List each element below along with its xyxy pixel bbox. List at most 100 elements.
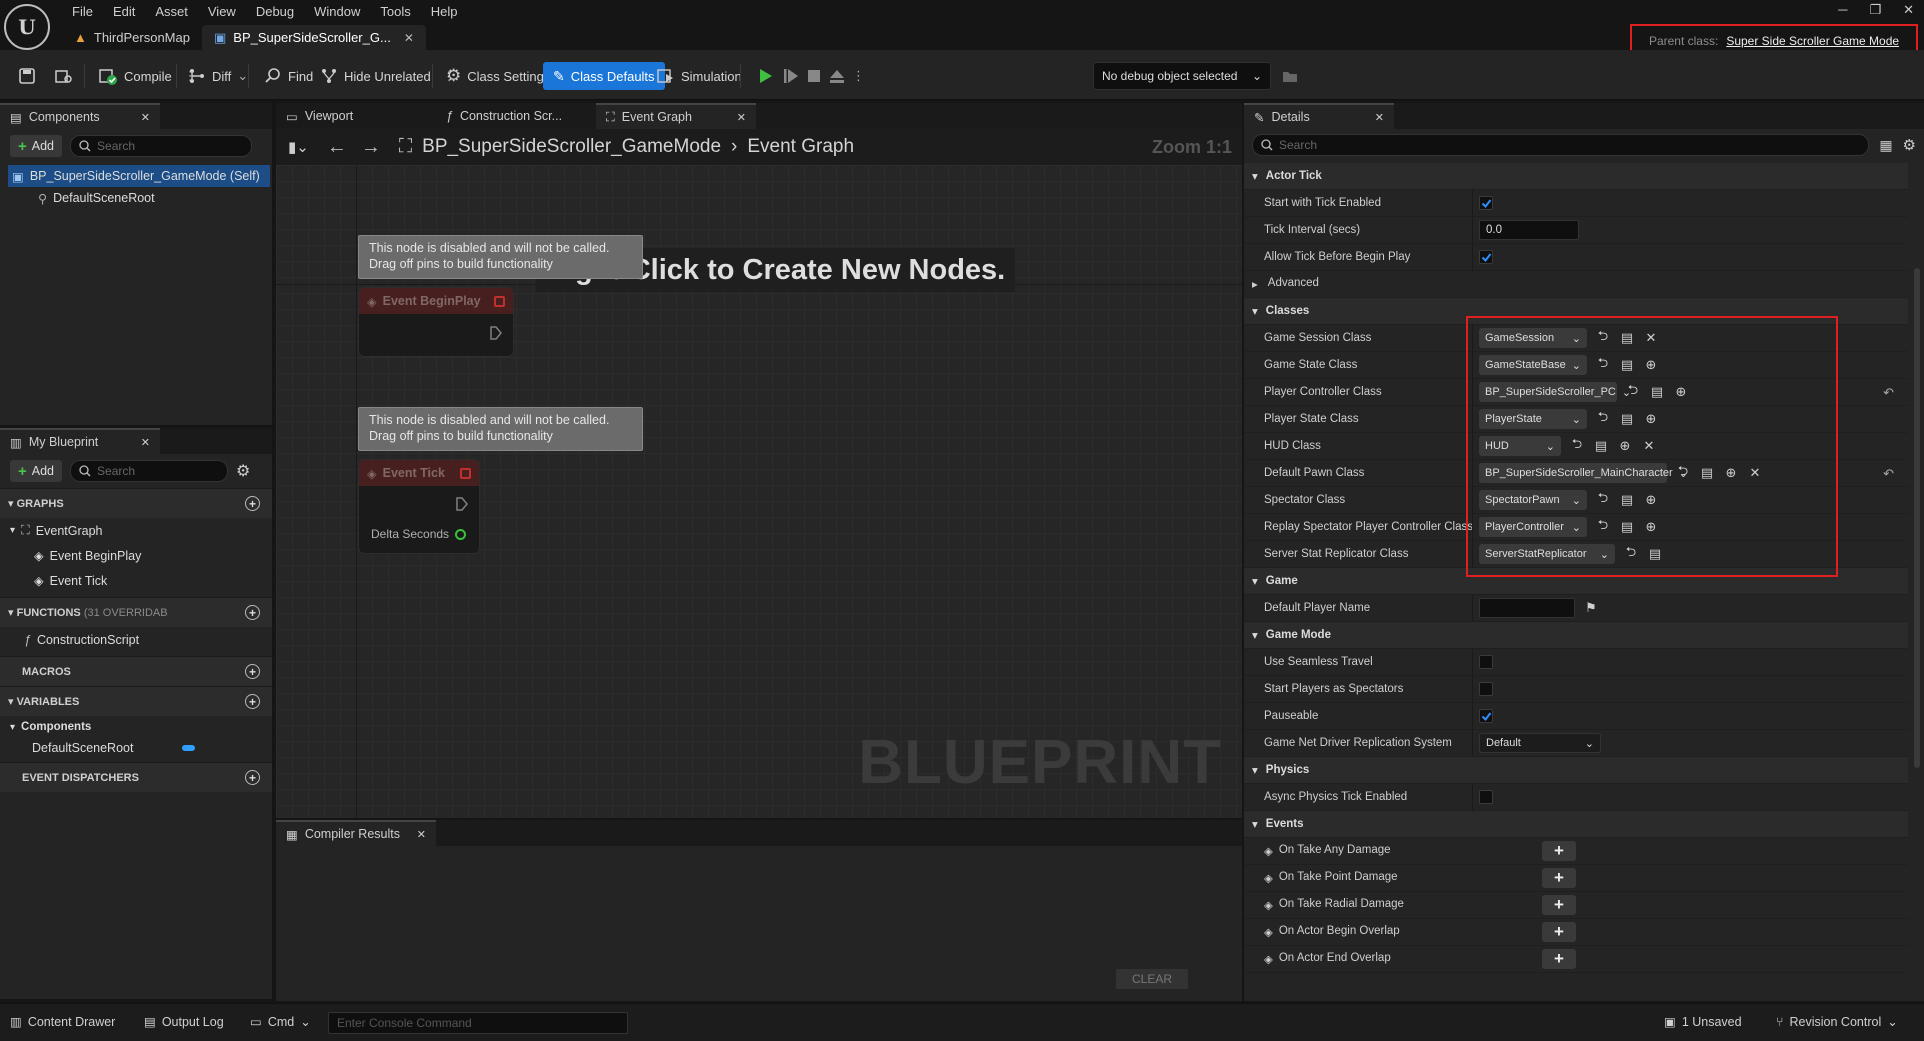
clear-icon[interactable]: ✕: [1641, 438, 1657, 454]
class-picker[interactable]: HUD ⌄: [1479, 436, 1561, 456]
add-event-button[interactable]: +: [1542, 949, 1576, 969]
component-default-scene-root[interactable]: ⚲ DefaultSceneRoot: [8, 187, 272, 209]
details-search-input[interactable]: Search: [1252, 134, 1870, 156]
revision-control-button[interactable]: ⑂ Revision Control ⌄: [1776, 1014, 1898, 1030]
content-drawer-button[interactable]: ▥ Content Drawer: [10, 1014, 115, 1030]
async-physics-checkbox[interactable]: [1479, 790, 1493, 804]
allow-tick-checkbox[interactable]: [1479, 250, 1493, 264]
category-graphs[interactable]: ▾ GRAPHS +: [0, 488, 272, 518]
menu-edit[interactable]: Edit: [103, 2, 145, 22]
section-actor-tick[interactable]: ▾ Actor Tick: [1244, 163, 1908, 190]
reset-to-default-icon[interactable]: ↶: [1883, 385, 1894, 401]
details-scrollbar[interactable]: [1914, 268, 1920, 768]
browse-folder-icon[interactable]: ▤: [1619, 492, 1635, 508]
reset-to-default-icon[interactable]: ↶: [1883, 466, 1894, 482]
menu-debug[interactable]: Debug: [246, 2, 304, 22]
category-macros[interactable]: MACROS +: [0, 656, 272, 686]
unsaved-button[interactable]: ▣ 1 Unsaved: [1664, 1014, 1742, 1030]
menu-window[interactable]: Window: [304, 2, 370, 22]
browse-folder-icon[interactable]: ▤: [1619, 357, 1635, 373]
graph-item-event-tick[interactable]: ◈ Event Tick: [0, 568, 272, 593]
tab-compiler-results[interactable]: ▦ Compiler Results ✕: [276, 820, 436, 846]
browse-folder-icon[interactable]: ▤: [1619, 519, 1635, 535]
class-picker[interactable]: PlayerController ⌄: [1479, 517, 1587, 537]
class-settings-button[interactable]: ⚙ Class Settings: [440, 62, 556, 90]
bookmark-icon[interactable]: ▮⌄: [288, 138, 309, 156]
diff-button[interactable]: Diff ⌄: [182, 62, 254, 90]
tab-event-graph[interactable]: ⛶ Event Graph ✕: [596, 103, 756, 129]
back-arrow-icon[interactable]: ←: [327, 136, 347, 159]
save-button[interactable]: [12, 62, 42, 90]
menu-file[interactable]: File: [62, 2, 103, 22]
console-command-input[interactable]: Enter Console Command: [328, 1012, 628, 1034]
variable-item-default-scene-root[interactable]: DefaultSceneRoot: [0, 738, 272, 758]
use-selected-icon[interactable]: ⮌: [1595, 355, 1611, 373]
debug-object-select[interactable]: No debug object selected ⌄: [1093, 62, 1271, 90]
add-event-button[interactable]: +: [1542, 922, 1576, 942]
table-view-icon[interactable]: ▦: [1879, 137, 1892, 154]
browse-folder-icon[interactable]: ▤: [1593, 438, 1609, 454]
add-event-button[interactable]: +: [1542, 868, 1576, 888]
add-graph-icon[interactable]: +: [245, 496, 260, 511]
clear-icon[interactable]: ✕: [1747, 465, 1763, 481]
variable-group-components[interactable]: ▾ Components: [0, 716, 272, 738]
gear-icon[interactable]: ⚙: [236, 461, 250, 481]
category-event-dispatchers[interactable]: EVENT DISPATCHERS +: [0, 762, 272, 792]
add-new-icon[interactable]: ⊕: [1723, 465, 1739, 481]
breadcrumb-leaf[interactable]: Event Graph: [747, 136, 854, 158]
add-new-icon[interactable]: ⊕: [1673, 384, 1689, 400]
simulation-button[interactable]: Simulation: [651, 62, 748, 90]
tab-construction-script[interactable]: ƒ Construction Scr...: [436, 103, 596, 129]
class-picker[interactable]: PlayerState ⌄: [1479, 409, 1587, 429]
browse-folder-icon[interactable]: ▤: [1699, 465, 1715, 481]
default-player-name-input[interactable]: [1479, 598, 1575, 618]
use-selected-icon[interactable]: ⮌: [1595, 328, 1611, 346]
add-variable-icon[interactable]: +: [245, 694, 260, 709]
menu-help[interactable]: Help: [421, 2, 468, 22]
use-selected-icon[interactable]: ⮌: [1675, 463, 1691, 481]
seamless-travel-checkbox[interactable]: [1479, 655, 1493, 669]
restore-icon[interactable]: ❐: [1869, 2, 1881, 18]
add-event-dispatcher-icon[interactable]: +: [245, 770, 260, 785]
browse-folder-icon[interactable]: ▤: [1647, 546, 1663, 562]
browse-button[interactable]: [48, 62, 80, 90]
cmd-select[interactable]: ▭ Cmd ⌄: [250, 1014, 311, 1030]
delegate-pin-icon[interactable]: [494, 296, 505, 307]
minimize-icon[interactable]: ─: [1838, 2, 1847, 18]
section-game[interactable]: ▾ Game: [1244, 568, 1908, 595]
clear-button[interactable]: CLEAR: [1116, 969, 1188, 989]
category-variables[interactable]: ▾ VARIABLES +: [0, 686, 272, 716]
section-game-mode[interactable]: ▾ Game Mode: [1244, 622, 1908, 649]
advanced-toggle[interactable]: ▸ Advanced: [1244, 271, 1908, 298]
delta-seconds-pin[interactable]: Delta Seconds: [371, 527, 467, 541]
use-selected-icon[interactable]: ⮌: [1595, 490, 1611, 508]
add-new-icon[interactable]: ⊕: [1643, 357, 1659, 373]
close-icon[interactable]: ✕: [417, 828, 426, 841]
tab-components[interactable]: ▤ Components ✕: [0, 103, 160, 129]
close-icon[interactable]: ✕: [141, 111, 150, 124]
net-driver-select[interactable]: Default ⌄: [1479, 733, 1601, 753]
tab-viewport[interactable]: ▭ Viewport: [276, 103, 436, 129]
find-button[interactable]: Find: [258, 62, 319, 90]
unreal-logo-icon[interactable]: U: [4, 4, 50, 50]
add-component-button[interactable]: + Add: [10, 135, 63, 157]
class-picker[interactable]: GameStateBase ⌄: [1479, 355, 1587, 375]
tab-blueprint[interactable]: ▣ BP_SuperSideScroller_G... ✕: [201, 25, 426, 50]
use-selected-icon[interactable]: ⮌: [1569, 436, 1585, 454]
tab-third-person-map[interactable]: ▲ ThirdPersonMap: [62, 25, 202, 50]
breadcrumb-root[interactable]: BP_SuperSideScroller_GameMode: [422, 136, 721, 158]
add-new-icon[interactable]: ⊕: [1643, 492, 1659, 508]
my-blueprint-search-input[interactable]: Search: [70, 460, 229, 482]
output-log-button[interactable]: ▤ Output Log: [144, 1014, 224, 1030]
class-picker[interactable]: SpectatorPawn ⌄: [1479, 490, 1587, 510]
use-selected-icon[interactable]: ⮌: [1623, 544, 1639, 562]
node-event-beginplay[interactable]: ◈ Event BeginPlay: [358, 287, 514, 357]
close-window-icon[interactable]: ✕: [1903, 2, 1914, 18]
pauseable-checkbox[interactable]: [1479, 709, 1493, 723]
section-classes[interactable]: ▾ Classes: [1244, 298, 1908, 325]
parent-class-link[interactable]: Super Side Scroller Game Mode: [1726, 34, 1899, 48]
add-function-icon[interactable]: +: [245, 605, 260, 620]
use-selected-icon[interactable]: ⮌: [1595, 517, 1611, 535]
class-picker[interactable]: BP_SuperSideScroller_PC ⌄: [1479, 382, 1631, 402]
close-icon[interactable]: ✕: [404, 31, 414, 45]
